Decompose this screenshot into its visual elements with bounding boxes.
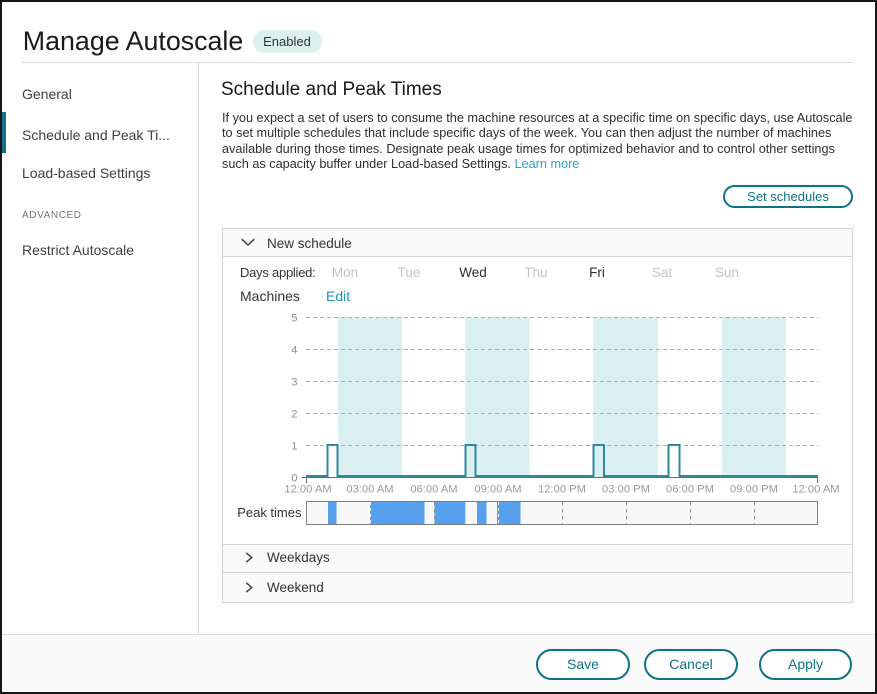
- svg-text:5: 5: [291, 312, 297, 324]
- svg-text:06:00 AM: 06:00 AM: [410, 484, 457, 496]
- svg-text:03:00 PM: 03:00 PM: [602, 484, 650, 496]
- svg-text:03:00 AM: 03:00 AM: [346, 484, 393, 496]
- svg-text:4: 4: [291, 344, 297, 356]
- svg-text:3: 3: [291, 376, 297, 388]
- svg-text:2: 2: [291, 408, 297, 420]
- svg-text:12:00 PM: 12:00 PM: [538, 484, 586, 496]
- svg-text:09:00 PM: 09:00 PM: [730, 484, 778, 496]
- svg-text:0: 0: [291, 472, 297, 484]
- svg-text:12:00 AM: 12:00 AM: [284, 484, 331, 496]
- svg-text:1: 1: [291, 440, 297, 452]
- svg-text:12:00 AM: 12:00 AM: [792, 484, 839, 496]
- svg-text:06:00 PM: 06:00 PM: [666, 484, 714, 496]
- svg-text:09:00 AM: 09:00 AM: [474, 484, 521, 496]
